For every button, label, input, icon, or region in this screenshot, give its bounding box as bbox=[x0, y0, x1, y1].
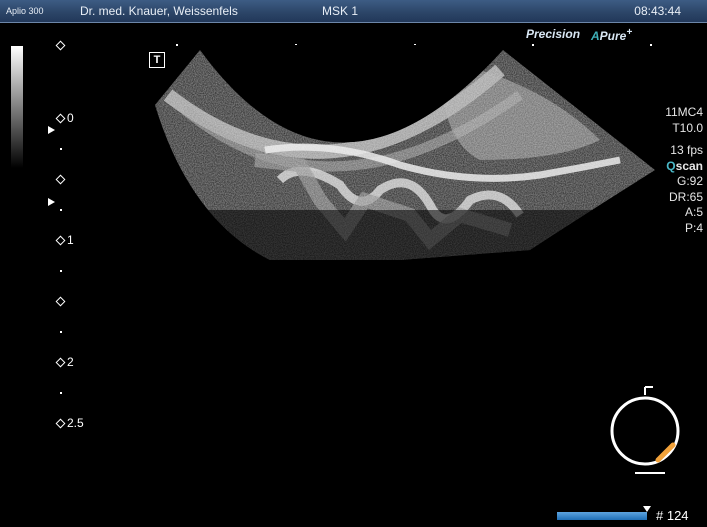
depth-dot bbox=[60, 392, 62, 394]
depth-dot bbox=[60, 331, 62, 333]
ultrasound-image bbox=[155, 45, 655, 260]
depth-dot bbox=[60, 209, 62, 211]
cine-progress-bar[interactable] bbox=[557, 512, 647, 520]
depth-label-1: 1 bbox=[67, 233, 74, 247]
gain-value: G:92 bbox=[676, 174, 703, 188]
a-value: A:5 bbox=[684, 205, 703, 219]
focus-marker[interactable] bbox=[48, 126, 55, 134]
body-mark-icon[interactable] bbox=[605, 385, 685, 480]
qscan-q: Q bbox=[666, 158, 676, 173]
qscan-label: Qscan bbox=[665, 159, 703, 175]
frequency: T10.0 bbox=[672, 120, 703, 135]
depth-dot bbox=[60, 270, 62, 272]
depth-label-2: 2 bbox=[67, 355, 74, 369]
cine-position-marker[interactable] bbox=[643, 506, 651, 512]
qscan-s: scan bbox=[675, 158, 703, 173]
depth-label-2-5: 2.5 bbox=[67, 416, 84, 430]
dynamic-range-value: DR:65 bbox=[668, 189, 703, 204]
p-value: P:4 bbox=[684, 220, 703, 235]
depth-label-0: 0 bbox=[67, 111, 74, 125]
frame-number: # 124 bbox=[656, 508, 689, 523]
frame-rate: 13 fps bbox=[670, 143, 703, 157]
imaging-parameters: 11MC4 T10.0 13 fps Qscan G:92 DR:65 A:5 … bbox=[665, 105, 703, 236]
probe-name: 11MC4 bbox=[665, 105, 703, 119]
focus-marker[interactable] bbox=[48, 198, 55, 206]
depth-dot bbox=[60, 148, 62, 150]
